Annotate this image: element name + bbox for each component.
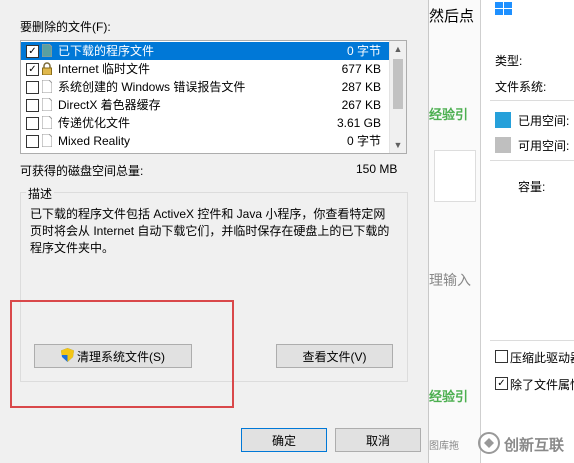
file-name: 传递优化文件	[58, 116, 131, 130]
filesystem-label: 文件系统:	[495, 80, 547, 94]
file-name: 已下载的程序文件	[58, 44, 155, 58]
bg-green-text: 经验引	[429, 107, 469, 122]
index-label: 除了文件属性	[510, 378, 574, 392]
list-scrollbar[interactable]: ▲ ▼	[389, 41, 406, 153]
file-icon	[41, 115, 53, 130]
bg-text: 然后点	[429, 8, 475, 25]
highlight-box	[10, 300, 234, 408]
file-row[interactable]: 传递优化文件 3.61 GB	[21, 114, 389, 132]
file-size: 287 KB	[341, 80, 381, 94]
bg-bottom-text: 图库拖	[429, 441, 459, 452]
file-icon	[41, 79, 53, 94]
file-name: Mixed Reality	[58, 134, 131, 148]
file-icon	[41, 97, 53, 112]
bg-green-text-2: 经验引	[429, 389, 469, 404]
watermark-text: 创新互联	[504, 437, 565, 454]
type-label: 类型:	[495, 54, 523, 68]
total-space-value: 150 MB	[356, 162, 398, 176]
divider	[490, 340, 574, 341]
index-checkbox[interactable]: ✓	[495, 377, 508, 390]
view-files-label: 查看文件(V)	[302, 350, 367, 364]
watermark-logo: 创新互联	[478, 430, 570, 456]
disk-cleanup-dialog: 要删除的文件(F): ✓ 已下载的程序文件 0 字节 ✓ Internet 临时文件 67…	[0, 0, 429, 463]
divider	[490, 100, 574, 101]
file-name: Internet 临时文件	[58, 62, 151, 76]
used-space-swatch	[495, 112, 511, 128]
compress-checkbox[interactable]	[495, 350, 508, 363]
bg-thumbnail	[434, 150, 476, 202]
file-size: 3.61 GB	[336, 116, 381, 130]
file-checkbox[interactable]: ✓	[26, 45, 39, 58]
file-checkbox[interactable]: ✓	[26, 63, 39, 76]
file-size: 677 KB	[341, 62, 381, 76]
files-list[interactable]: ✓ 已下载的程序文件 0 字节 ✓ Internet 临时文件 677 KB 系统创建的 W…	[20, 40, 407, 154]
file-size: 0 字节	[346, 44, 381, 58]
drive-properties-window	[480, 0, 574, 463]
file-row[interactable]: ✓ Internet 临时文件 677 KB	[21, 60, 389, 78]
file-checkbox[interactable]	[26, 81, 39, 94]
file-row[interactable]: 系统创建的 Windows 错误报告文件 287 KB	[21, 78, 389, 96]
used-space-label: 已用空间:	[518, 114, 570, 128]
cancel-label: 取消	[365, 434, 390, 448]
file-checkbox[interactable]	[26, 135, 39, 148]
cancel-button[interactable]: 取消	[335, 428, 421, 452]
free-space-swatch	[495, 137, 511, 153]
files-to-delete-label: 要删除的文件(F):	[20, 20, 111, 34]
divider	[490, 160, 574, 161]
file-icon	[41, 133, 53, 148]
free-space-label: 可用空间:	[518, 139, 570, 153]
file-size: 267 KB	[341, 98, 381, 112]
capacity-label: 容量:	[518, 180, 546, 194]
compress-label: 压缩此驱动器	[510, 351, 574, 365]
file-icon	[41, 43, 53, 58]
file-name: 系统创建的 Windows 错误报告文件	[58, 80, 246, 94]
file-row[interactable]: DirectX 着色器缓存 267 KB	[21, 96, 389, 114]
file-row[interactable]: Mixed Reality 0 字节	[21, 132, 389, 150]
drive-icon	[495, 2, 513, 16]
file-row[interactable]: ✓ 已下载的程序文件 0 字节	[21, 42, 389, 60]
lock-icon	[42, 62, 52, 76]
scroll-thumb[interactable]	[393, 59, 403, 109]
scroll-down-icon[interactable]: ▼	[390, 137, 406, 153]
background-window: 然后点 经验引 理输入 经验引 图库拖	[429, 0, 480, 463]
description-title: 描述	[26, 185, 55, 202]
file-checkbox[interactable]	[26, 99, 39, 112]
watermark-icon	[478, 432, 500, 454]
total-space-label: 可获得的磁盘空间总量:	[20, 164, 144, 178]
bg-input-text: 理输入	[429, 272, 471, 288]
file-name: DirectX 着色器缓存	[58, 98, 161, 112]
scroll-up-icon[interactable]: ▲	[390, 41, 406, 57]
description-text: 已下载的程序文件包括 ActiveX 控件和 Java 小程序，你查看特定网页时…	[30, 207, 390, 255]
file-checkbox[interactable]	[26, 117, 39, 130]
ok-button[interactable]: 确定	[241, 428, 327, 452]
file-size: 0 字节	[346, 134, 381, 148]
ok-label: 确定	[271, 434, 296, 448]
view-files-button[interactable]: 查看文件(V)	[276, 344, 393, 368]
